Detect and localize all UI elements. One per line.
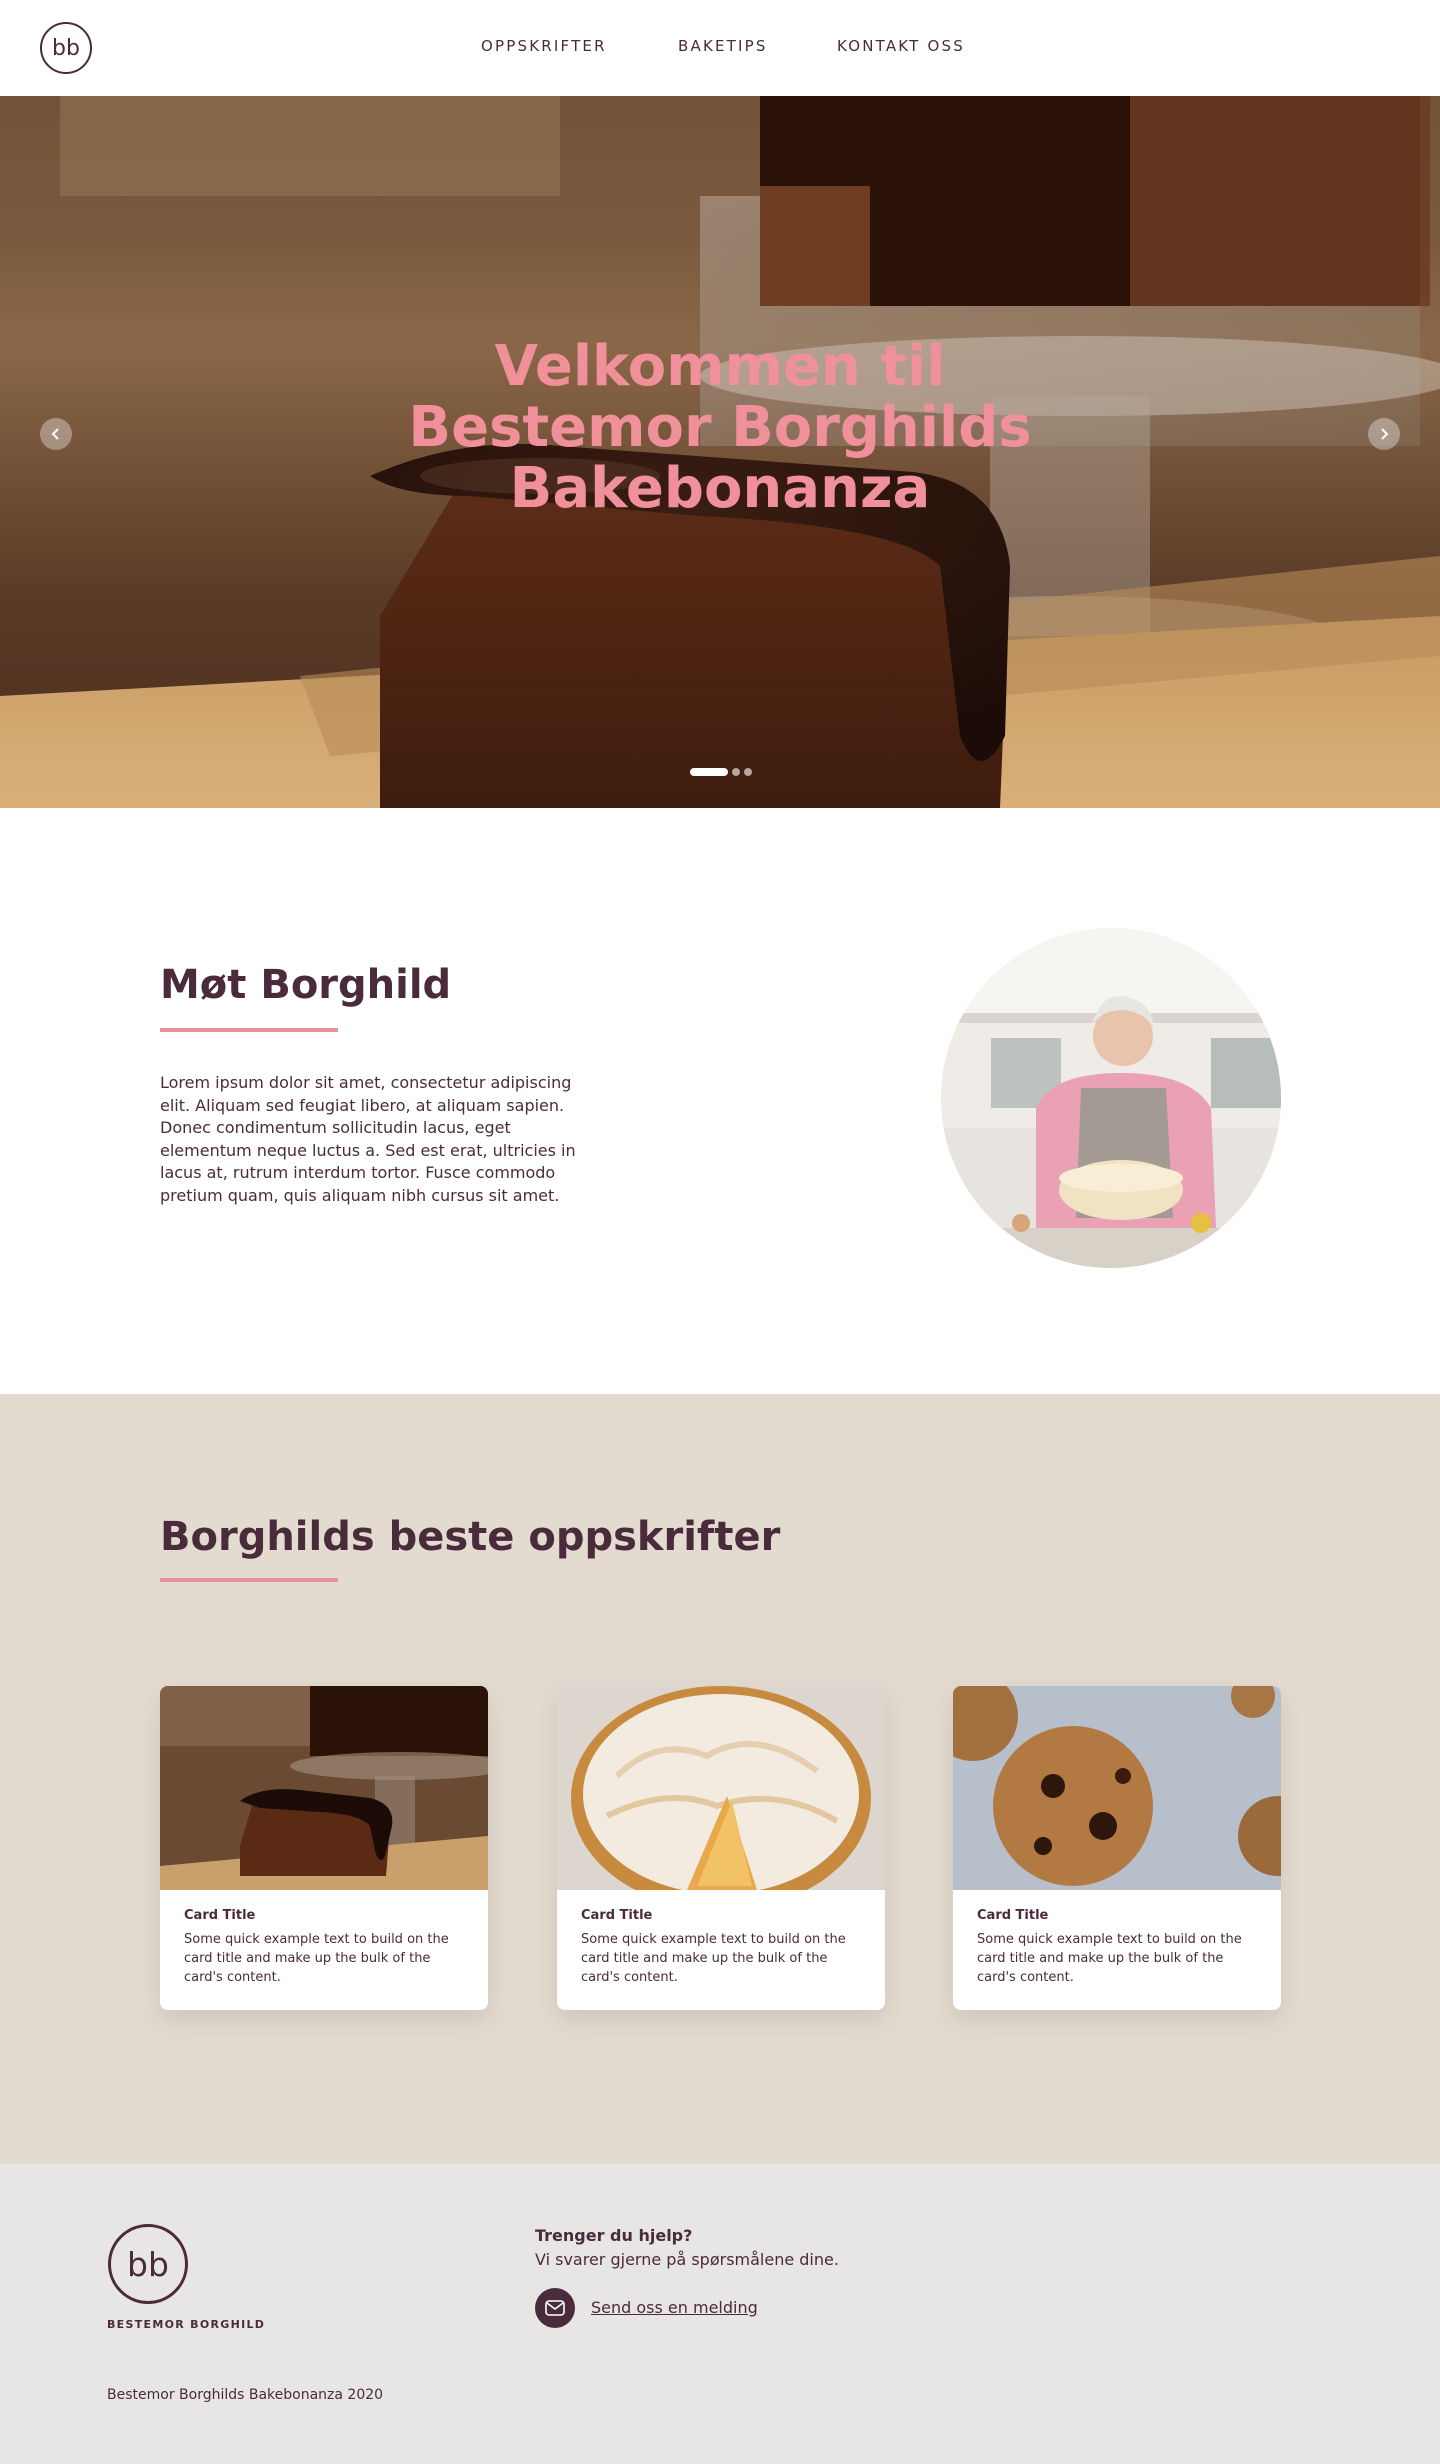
envelope-icon: [545, 2300, 565, 2316]
borghild-portrait: [941, 928, 1281, 1268]
nav-link-baketips[interactable]: BAKETIPS: [678, 37, 768, 55]
card-image-meringue-pie: [557, 1686, 885, 1890]
card-text: Some quick example text to build on the …: [184, 1932, 449, 1985]
copyright: Bestemor Borghilds Bakebonanza 2020: [107, 2387, 384, 2403]
footer-logo-text: bb: [127, 2244, 169, 2284]
card-image-cookies: [953, 1686, 1281, 1890]
carousel-prev-button[interactable]: [40, 418, 72, 450]
nav-link-oppskrifter[interactable]: OPPSKRIFTER: [481, 37, 607, 55]
title-underline: [160, 1028, 338, 1032]
card-title: Card Title: [581, 1908, 653, 1923]
site-header: bb OPPSKRIFTER BAKETIPS KONTAKT OSS: [0, 0, 1440, 96]
help-question: Trenger du hjelp?: [535, 2226, 693, 2245]
card-text: Some quick example text to build on the …: [581, 1932, 846, 1985]
about-section: Møt Borghild Lorem ipsum dolor sit amet,…: [0, 808, 1440, 1394]
carousel-dot-3[interactable]: [744, 768, 752, 776]
footer-logo[interactable]: bb: [108, 2224, 188, 2304]
hero-title: Velkommen til Bestemor Borghilds Bakebon…: [408, 334, 1032, 521]
card-title: Card Title: [184, 1908, 256, 1923]
mail-button[interactable]: [535, 2288, 575, 2328]
card-title: Card Title: [977, 1908, 1049, 1923]
about-title: Møt Borghild: [160, 962, 452, 1008]
recipe-card[interactable]: Card Title Some quick example text to bu…: [557, 1686, 885, 2010]
carousel-dot-2[interactable]: [732, 768, 740, 776]
about-text: Lorem ipsum dolor sit amet, consectetur …: [160, 1073, 576, 1205]
recipe-card[interactable]: Card Title Some quick example text to bu…: [160, 1686, 488, 2010]
carousel-dot-1[interactable]: [690, 768, 728, 776]
recipes-section: Borghilds beste oppskrifter Card Title S…: [0, 1394, 1440, 2164]
card-text: Some quick example text to build on the …: [977, 1932, 1242, 1985]
recipe-card[interactable]: Card Title Some quick example text to bu…: [953, 1686, 1281, 2010]
carousel-indicators: [690, 768, 752, 776]
help-answer: Vi svarer gjerne på spørsmålene dine.: [535, 2250, 839, 2269]
nav-link-kontakt[interactable]: KONTAKT OSS: [837, 37, 965, 55]
recipes-title: Borghilds beste oppskrifter: [160, 1514, 781, 1560]
hero-carousel: Velkommen til Bestemor Borghilds Bakebon…: [0, 96, 1440, 808]
carousel-next-button[interactable]: [1368, 418, 1400, 450]
chevron-right-icon: [1381, 428, 1389, 440]
card-image-chocolate-cake: [160, 1686, 488, 1890]
send-message-link[interactable]: Send oss en melding: [591, 2298, 758, 2317]
site-footer: bb BESTEMOR BORGHILD Trenger du hjelp? V…: [0, 2164, 1440, 2464]
footer-brand: BESTEMOR BORGHILD: [107, 2318, 266, 2331]
title-underline: [160, 1578, 338, 1582]
chevron-left-icon: [51, 428, 59, 440]
main-nav: OPPSKRIFTER BAKETIPS KONTAKT OSS: [0, 0, 1440, 96]
